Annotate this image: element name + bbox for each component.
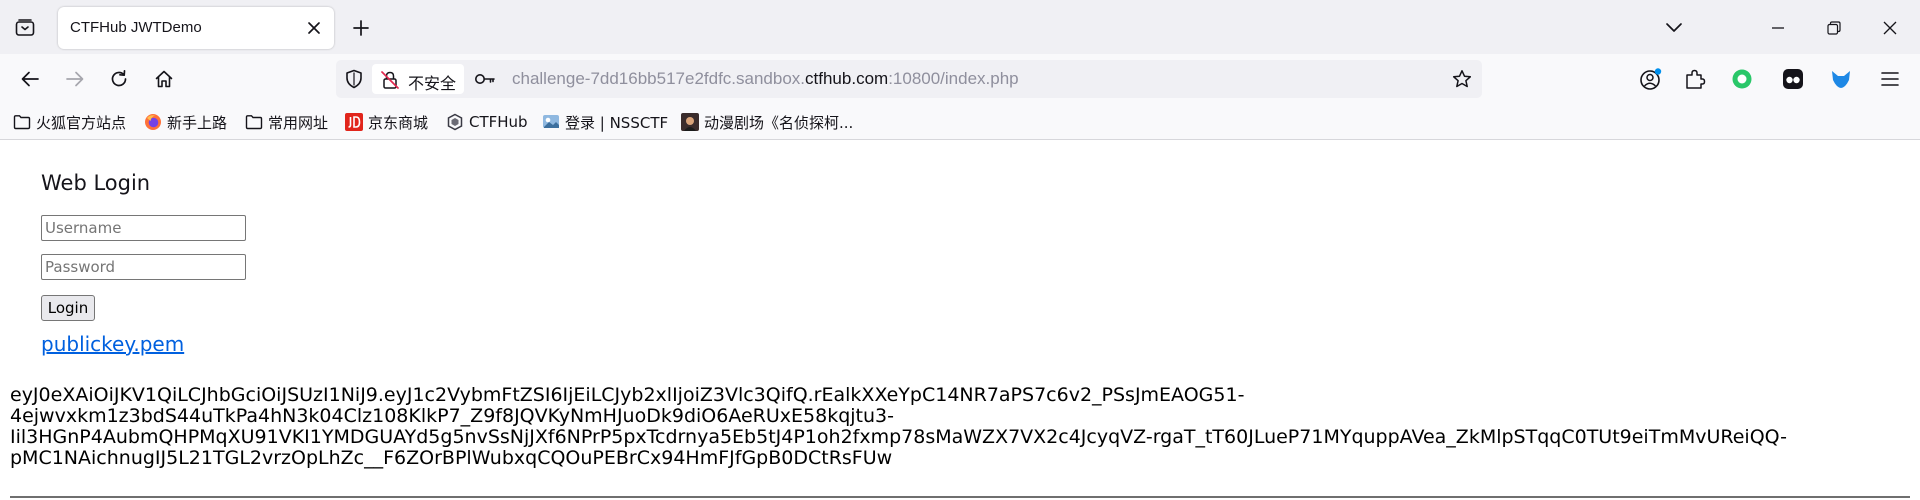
bookmark-label: 火狐官方站点 [36,113,127,132]
close-icon [1883,21,1897,35]
jwt-token-line: pMC1NAichnugIJ5L21TGL2vrzOpLhZc__F6ZOrBP… [10,447,893,469]
bookmark-getting-started[interactable]: 新手上路 [144,111,227,133]
list-all-tabs-button[interactable] [1658,12,1690,44]
bookmark-label: 登录 | NSSCTF [565,113,669,132]
account-button[interactable] [1636,64,1666,94]
extension-blue-button[interactable] [1826,64,1856,94]
star-icon [1452,70,1472,88]
bookmark-label: CTFHub [469,113,528,131]
url-suffix: :10800/index.php [888,69,1019,88]
tracking-protection-button[interactable] [342,67,366,91]
url-bar[interactable]: 不安全 challenge-7dd16bb517e2fdfc.sandbox.c… [336,60,1482,98]
restore-button[interactable] [1818,12,1850,44]
username-input[interactable] [41,215,246,241]
extension-dark-button[interactable] [1778,64,1808,94]
bookmark-label: 新手上路 [167,113,228,132]
site-security-button[interactable]: 不安全 [372,64,464,94]
bookmark-jd[interactable]: 京东商城 [345,111,428,133]
bookmark-ctfhub[interactable]: CTFHub [446,111,528,133]
anime-icon [681,113,699,131]
restore-icon [1827,21,1841,35]
extensions-button[interactable] [1680,64,1710,94]
password-input[interactable] [41,254,246,280]
green-circle-extension-icon [1732,69,1752,89]
folder-icon [13,113,31,131]
page-content: Web Login Login publickey.pem eyJ0eXAiOi… [0,141,1920,500]
close-window-button[interactable] [1874,12,1906,44]
bookmark-label: 动漫剧场《名侦探柯... [704,113,854,132]
dark-extension-icon [1783,69,1803,89]
horizontal-rule [10,496,1910,498]
page-title: Web Login [41,171,151,195]
key-icon[interactable] [474,69,496,89]
home-button[interactable] [149,64,179,94]
reload-icon [111,69,127,87]
tab-title: CTFHub JWTDemo [70,19,202,36]
jwt-token-text: eyJ0eXAiOiJKV1QiLCJhbGciOiJSUzI1NiJ9.eyJ… [10,385,1910,469]
jwt-token-line: 4ejwvxkm1z3bdS44uTkPa4hN3k04Clz108KlkP7_… [10,405,894,427]
chevron-down-icon [1666,23,1682,32]
tab-list-icon [15,19,35,36]
bookmark-firefox-official[interactable]: 火狐官方站点 [13,111,126,133]
hamburger-menu-icon [1881,72,1899,86]
jwt-token-line: eyJ0eXAiOiJKV1QiLCJhbGciOiJSUzI1NiJ9.eyJ… [10,384,1245,406]
back-button[interactable] [15,64,45,94]
tab-ctfhub-jwtdemo[interactable]: CTFHub JWTDemo [58,7,334,49]
jd-icon [345,113,363,131]
url-text[interactable]: challenge-7dd16bb517e2fdfc.sandbox.ctfhu… [512,69,1019,89]
minimize-icon [1772,27,1784,29]
ctfhub-icon [446,113,464,131]
publickey-pem-link[interactable]: publickey.pem [41,332,184,356]
puzzle-icon [1686,69,1706,89]
tab-strip: CTFHub JWTDemo [0,0,1920,54]
reload-button[interactable] [104,64,134,94]
bookmark-label: 京东商城 [368,113,429,132]
folder-icon [245,113,263,131]
firefox-icon [144,113,162,131]
arrow-left-icon [21,71,39,87]
home-icon [155,70,173,88]
account-icon [1640,68,1662,90]
close-icon [308,22,320,34]
arrow-right-icon [66,71,84,87]
plus-icon [353,20,369,36]
blue-fox-extension-icon [1832,71,1850,88]
url-domain: ctfhub.com [805,69,889,88]
insecure-label: 不安全 [408,74,457,93]
tab-close-button[interactable] [302,16,326,40]
navigation-toolbar: 不安全 challenge-7dd16bb517e2fdfc.sandbox.c… [0,54,1920,104]
bookmark-nssctf[interactable]: 登录 | NSSCTF [542,111,668,133]
bookmark-page-button[interactable] [1450,67,1474,91]
shield-icon [346,69,362,89]
extension-green-button[interactable] [1727,64,1757,94]
forward-button[interactable] [60,64,90,94]
bookmark-anime-theater[interactable]: 动漫剧场《名侦探柯... [681,111,853,133]
minimize-button[interactable] [1762,12,1794,44]
app-menu-button[interactable] [1875,64,1905,94]
insecure-lock-icon [381,71,399,89]
url-prefix: challenge-7dd16bb517e2fdfc.sandbox. [512,69,806,88]
bookmark-label: 常用网址 [268,113,329,132]
login-button[interactable]: Login [41,295,95,321]
bookmark-common-sites[interactable]: 常用网址 [245,111,328,133]
tab-list-button[interactable] [10,13,40,43]
jwt-token-line: Iil3HGnP4AubmQHPMqXU91VKI1YMDGUAYd5g5nvS… [10,426,1787,448]
new-tab-button[interactable] [346,13,376,43]
bookmarks-toolbar: 火狐官方站点 新手上路 常用网址 京东商城 CTFHub 登录 | NSSCTF… [0,104,1920,140]
nssctf-icon [542,113,560,131]
